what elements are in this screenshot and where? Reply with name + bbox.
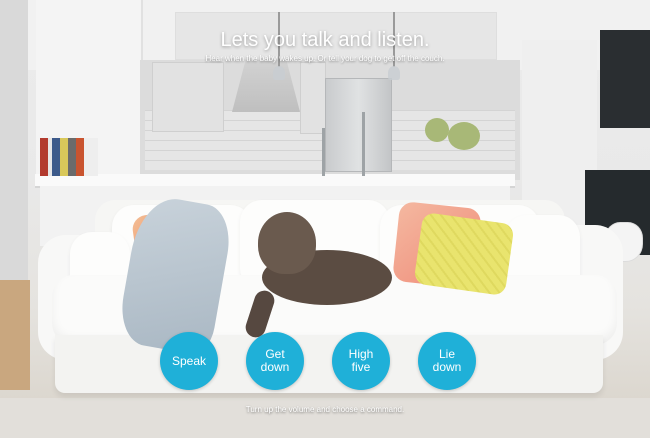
instruction-caption: Turn up the volume and choose a command. (245, 405, 405, 414)
headline: Lets you talk and listen. (220, 29, 430, 51)
high-five-button[interactable]: High five (332, 332, 390, 390)
subheadline: Hear when the baby wakes up. Or tell you… (205, 54, 445, 63)
hero-stage: Lets you talk and listen. Hear when the … (0, 0, 650, 438)
lie-down-button[interactable]: Lie down (418, 332, 476, 390)
speak-button[interactable]: Speak (160, 332, 218, 390)
get-down-button[interactable]: Get down (246, 332, 304, 390)
